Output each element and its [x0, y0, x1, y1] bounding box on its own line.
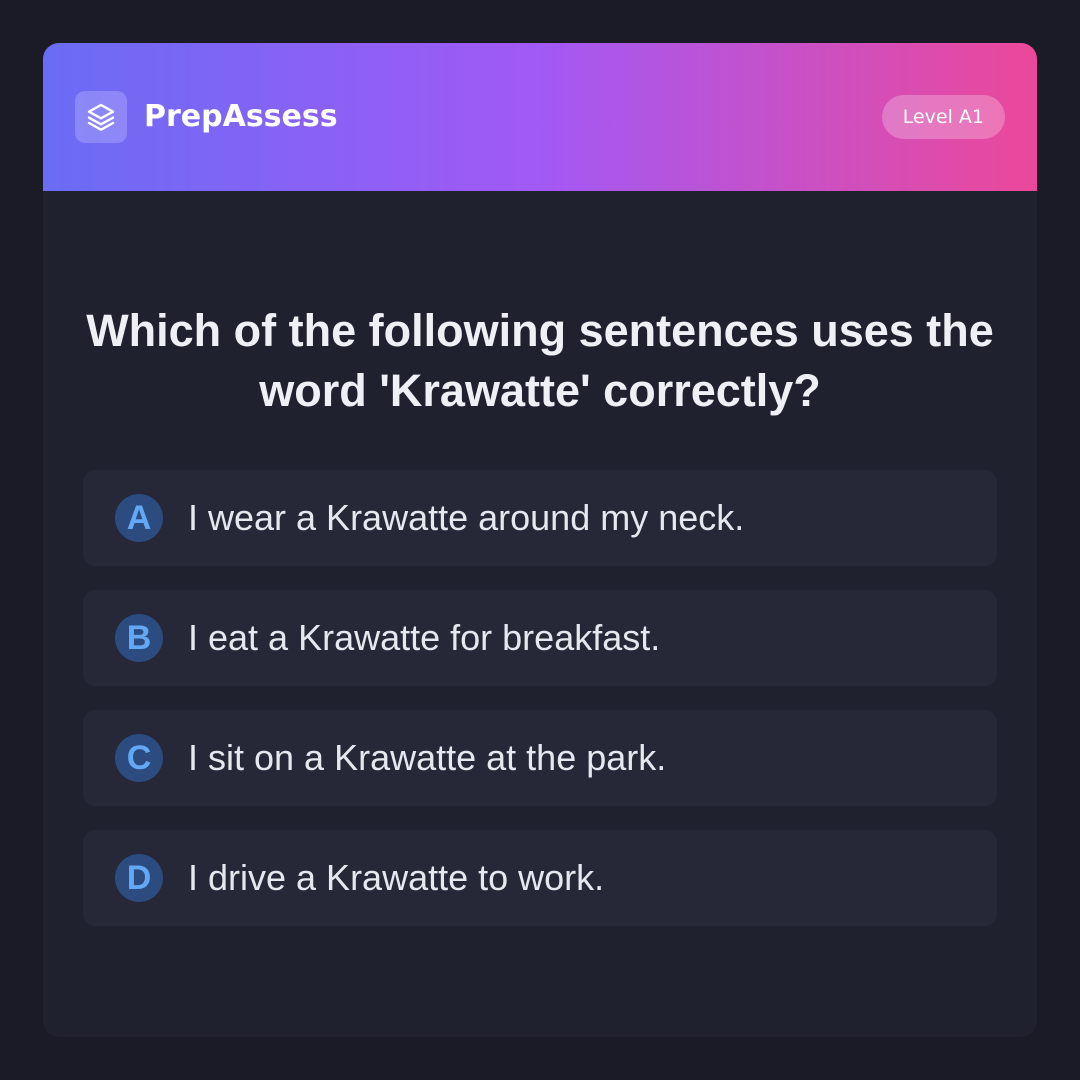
option-letter-badge: A	[115, 494, 163, 542]
option-d[interactable]: D I drive a Krawatte to work.	[83, 830, 997, 926]
answer-options: A I wear a Krawatte around my neck. B I …	[83, 470, 997, 950]
option-text: I wear a Krawatte around my neck.	[188, 497, 745, 538]
option-text: I drive a Krawatte to work.	[188, 857, 605, 898]
level-badge: Level A1	[881, 95, 1005, 139]
logo	[75, 91, 127, 143]
option-c[interactable]: C I sit on a Krawatte at the park.	[83, 710, 997, 806]
option-letter-badge: D	[115, 854, 163, 902]
quiz-card: PrepAssess Level A1 Which of the followi…	[43, 43, 1037, 1037]
brand-name: PrepAssess	[144, 99, 338, 134]
layers-icon	[87, 103, 115, 131]
option-a[interactable]: A I wear a Krawatte around my neck.	[83, 470, 997, 566]
option-text: I eat a Krawatte for breakfast.	[188, 617, 661, 658]
option-letter-badge: C	[115, 734, 163, 782]
option-b[interactable]: B I eat a Krawatte for breakfast.	[83, 590, 997, 686]
option-letter-badge: B	[115, 614, 163, 662]
option-text: I sit on a Krawatte at the park.	[188, 737, 667, 778]
question-text: Which of the following sentences uses th…	[86, 305, 994, 416]
header-bar: PrepAssess Level A1	[43, 43, 1037, 191]
